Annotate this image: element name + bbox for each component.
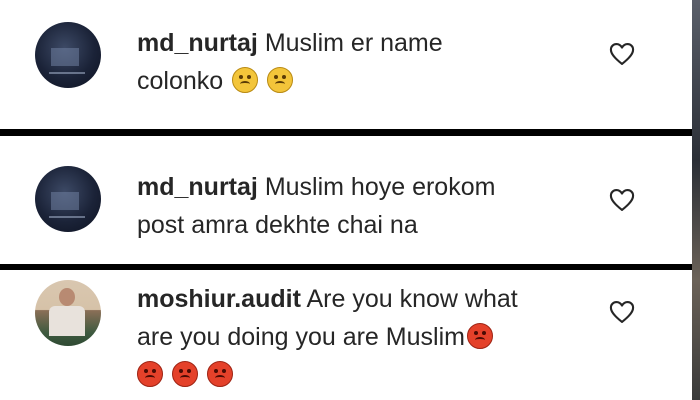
comment-body-line-2: post amra dekhte chai na [137,211,418,239]
heart-outline-icon[interactable] [608,40,636,68]
pouting-face-icon [171,361,198,387]
separator [0,129,700,136]
angry-face-icon [232,67,259,93]
comment-row: md_nurtaj Muslim hoye erokom post amra d… [0,136,692,264]
comment-row: md_nurtaj Muslim er name colonko [0,0,692,128]
comment-row: moshiur.audit Are you know what are you … [0,270,692,400]
comment-username[interactable]: md_nurtaj [137,29,258,57]
comment-text: md_nurtaj Muslim er name colonko [137,24,443,100]
avatar[interactable] [35,22,101,88]
background-edge [692,0,700,400]
comment-body-line-1: Are you know what [306,285,518,313]
pouting-face-icon [206,361,233,387]
comment-username[interactable]: moshiur.audit [137,285,301,313]
heart-outline-icon[interactable] [608,298,636,326]
comment-text: md_nurtaj Muslim hoye erokom post amra d… [137,168,495,244]
comment-body-line-2: are you doing you are Muslim [137,323,465,351]
comment-body-line-1: Muslim er name [264,29,443,57]
avatar[interactable] [35,280,101,346]
pouting-face-icon [137,361,163,387]
avatar[interactable] [35,166,101,232]
heart-outline-icon[interactable] [608,186,636,214]
pouting-face-icon [466,323,493,349]
comment-body-line-2: colonko [137,67,224,95]
comment-body-line-1: Muslim hoye erokom [264,173,496,201]
comment-username[interactable]: md_nurtaj [137,173,258,201]
comment-text: moshiur.audit Are you know what are you … [137,280,518,394]
angry-face-icon [267,67,294,93]
